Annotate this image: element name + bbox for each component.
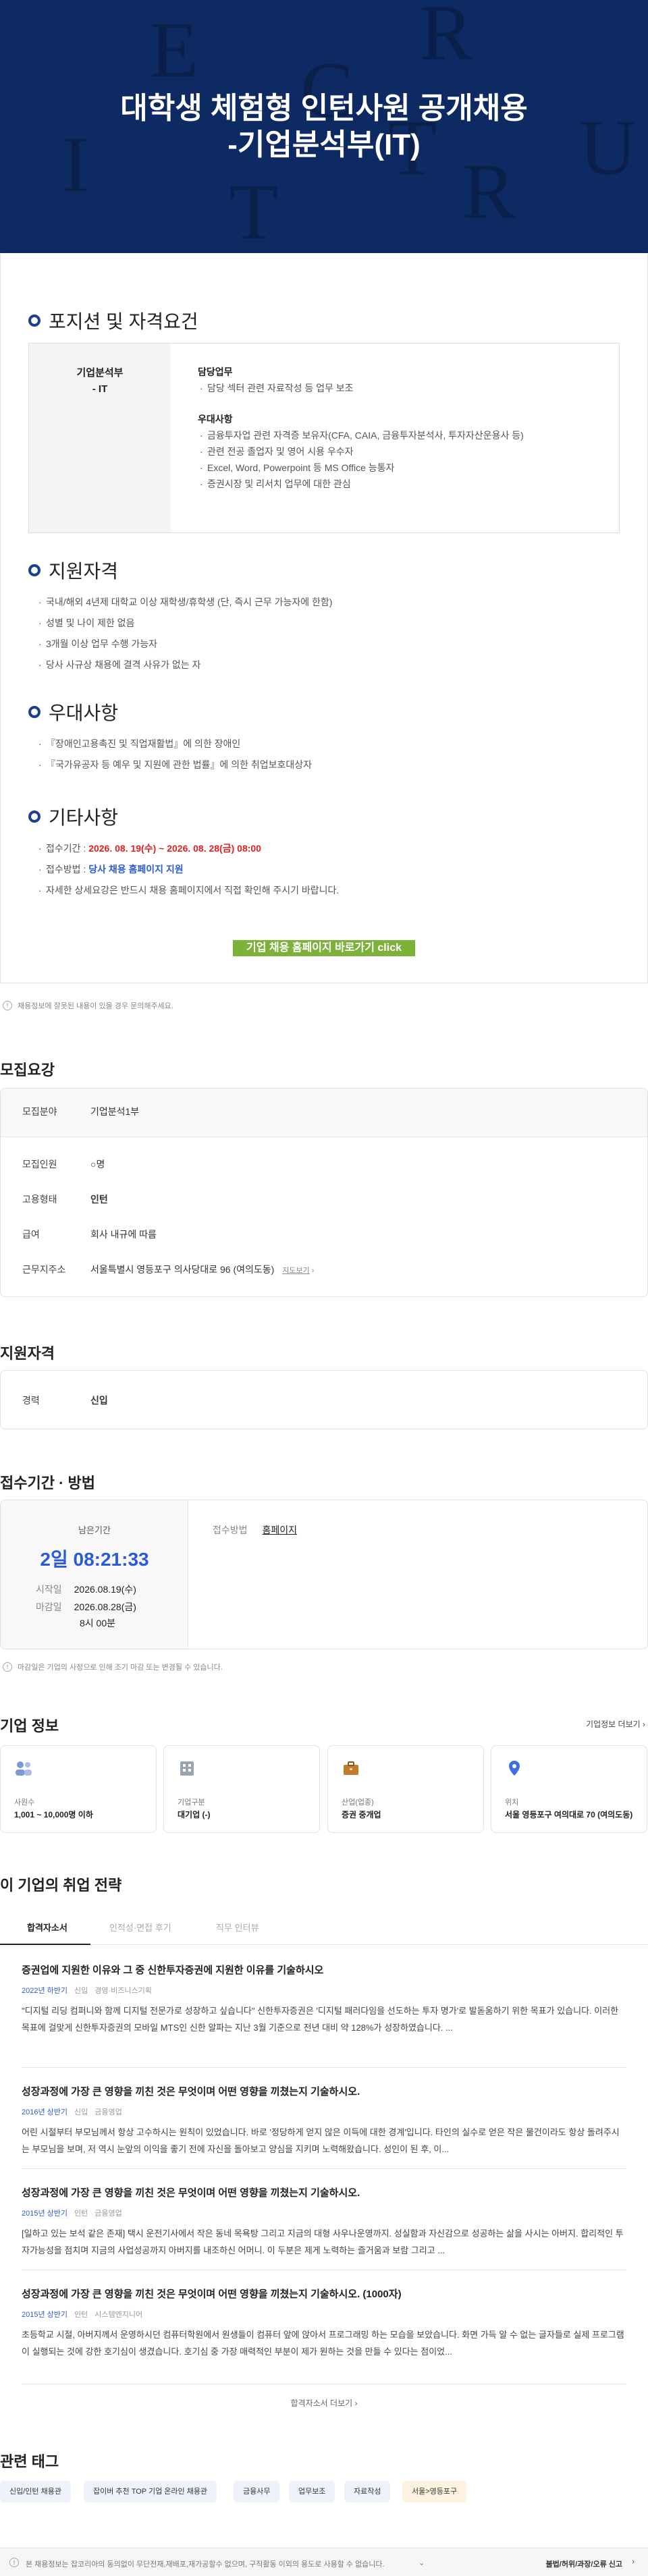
hero-banner: E R C I U R T T 대학생 체험형 인턴사원 공개채용 -기업분석부… — [0, 0, 648, 253]
essay-item[interactable]: 증권업에 지원한 이유와 그 중 신한투자증권에 지원한 이유를 기술하시오 2… — [22, 1963, 626, 2036]
essay-item[interactable]: 성장과정에 가장 큰 영향을 끼친 것은 무엇이며 어떤 영향을 끼쳤는지 기술… — [22, 2185, 626, 2259]
tab-job-interview[interactable]: 직무 인터뷰 — [216, 1921, 259, 1934]
chevron-down-icon[interactable]: ⌄ — [418, 2558, 425, 2567]
company-card-industry: 산업(업종) 증권 중개업 — [327, 1745, 484, 1833]
section-position: 포지션 및 자격요건 — [28, 307, 198, 334]
method-highlight: 당사 채용 홈페이지 지원 — [88, 864, 184, 875]
summary-heading: 모집요강 — [0, 1062, 55, 1078]
period-highlight: 2026. 08. 19(수) ~ 2026. 08. 28(금) 08:00 — [88, 843, 261, 854]
strategy-tabs: 합격자소서 인적성·면접 후기 직무 인터뷰 — [0, 1907, 648, 1945]
report-notice: ! 채용정보에 잘못된 내용이 있을 경우 문의해주세요. — [3, 1000, 173, 1011]
summary-box: 모집분야 기업분석1부 모집인원 ○명 고용형태 인턴 급여 회사 내규에 따름 근무지… — [0, 1088, 648, 1297]
bg-letter: R — [420, 0, 473, 77]
tab-interview-review[interactable]: 인적성·면접 후기 — [109, 1921, 171, 1934]
info-icon: ! — [3, 1001, 12, 1010]
tag-item[interactable]: 자료작성 — [344, 2481, 391, 2502]
tag-item[interactable]: 금융사무 — [234, 2481, 280, 2502]
company-card-employees: 사원수 1,001 ~ 10,000명 이하 — [0, 1745, 157, 1833]
tags-heading: 관련 태그 — [0, 2453, 59, 2470]
briefcase-icon — [344, 1761, 358, 1775]
tag-item[interactable]: 업무보조 — [289, 2481, 335, 2502]
people-icon — [16, 1761, 32, 1776]
period-heading: 접수기간 · 방법 — [0, 1475, 95, 1491]
chevron-right-icon: › — [632, 2558, 634, 2566]
hero-subtitle: -기업분석부(IT) — [227, 128, 421, 161]
company-card-type: 기업구분 대기업 (-) — [163, 1745, 320, 1833]
section-qualification: 지원자격 — [28, 557, 118, 584]
preference-list: 『장애인고용촉진 및 직업재활법』에 의한 장애인 『국가유공자 등 예우 및 … — [36, 734, 312, 775]
bullet-icon — [28, 811, 40, 823]
etc-list: 접수기간 : 2026. 08. 19(수) ~ 2026. 08. 28(금)… — [36, 838, 339, 901]
position-table: 기업분석부- IT 담당업무 담당 섹터 관련 자료작성 등 업무 보조 우대사… — [28, 343, 620, 533]
job-posting-page: E R C I U R T T 대학생 체험형 인턴사원 공개채용 -기업분석부… — [0, 0, 648, 2576]
chevron-right-icon: › — [643, 1720, 645, 1729]
strategy-heading: 이 기업의 취업 전략 — [0, 1877, 122, 1894]
duty-cell: 담당업무 담당 섹터 관련 자료작성 등 업무 보조 우대사항 금융투자업 관련… — [198, 364, 524, 492]
qualification-list: 국내/해외 4년제 대학교 이상 재학생/휴학생 (단, 즉시 근무 가능자에 … — [36, 592, 332, 676]
tag-item[interactable]: 신입/인턴 채용관 — [0, 2481, 71, 2502]
report-link[interactable]: 불법/허위/과장/오류 신고 — [546, 2558, 622, 2569]
period-box: 남은기간 2일 08:21:33 시작일 2026.08.19(수) 마감일 202… — [0, 1500, 648, 1649]
chevron-right-icon: › — [354, 2399, 358, 2408]
company-heading: 기업 정보 — [0, 1718, 59, 1734]
map-pin-icon — [509, 1761, 520, 1776]
homepage-link[interactable]: 홈페이지 — [263, 1525, 298, 1535]
company-more-link[interactable]: 기업정보 더보기 › — [586, 1718, 645, 1730]
company-cards: 사원수 1,001 ~ 10,000명 이하 기업구분 대기업 (-) 산업(업종)… — [0, 1745, 648, 1833]
bullet-icon — [28, 314, 40, 327]
building-icon — [180, 1761, 194, 1776]
hero-title: 대학생 체험형 인턴사원 공개채용 — [120, 92, 528, 125]
bullet-icon — [28, 564, 40, 576]
bullet-icon — [28, 706, 40, 718]
map-link[interactable]: 지도보기 — [282, 1267, 309, 1275]
tag-item[interactable]: 서울>영등포구 — [402, 2481, 467, 2502]
info-icon: ! — [9, 2558, 19, 2567]
career-box: 경력 신입 — [0, 1370, 648, 1429]
countdown: 2일 08:21:33 — [40, 1549, 149, 1570]
copyright-footer: ! 본 채용정보는 잡코리아의 동의없이 무단전재,재배포,재가공할수 없으며,… — [0, 2548, 648, 2576]
company-card-location: 위치 서울 영등포구 여의대로 70 (여의도동) — [491, 1745, 647, 1833]
section-preference: 우대사항 — [28, 698, 118, 725]
tag-item[interactable]: 잡이버 추천 TOP 기업 온라인 채용관 — [84, 2481, 217, 2502]
bg-letter: T — [230, 167, 279, 253]
essay-item[interactable]: 성장과정에 가장 큰 영향을 끼친 것은 무엇이며 어떤 영향을 끼쳤는지 기술… — [22, 2084, 626, 2158]
bg-letter: R — [462, 147, 516, 236]
dept-cell: 기업분석부 - IT — [29, 344, 171, 532]
essay-more-link[interactable]: 합격자소서 더보기 › — [0, 2397, 648, 2409]
company-homepage-button[interactable]: 기업 채용 홈페이지 바로가기 click — [233, 940, 415, 956]
section-etc: 기타사항 — [28, 803, 118, 830]
bg-letter: E — [150, 5, 199, 94]
period-notice: ! 마감일은 기업의 사정으로 인해 조기 마감 또는 변경될 수 있습니다. — [3, 1662, 223, 1672]
career-heading: 지원자격 — [0, 1345, 55, 1362]
info-icon: ! — [3, 1662, 12, 1672]
essay-item[interactable]: 성장과정에 가장 큰 영향을 끼친 것은 무엇이며 어떤 영향을 끼쳤는지 기술… — [22, 2286, 626, 2360]
chevron-right-icon: › — [309, 1267, 315, 1275]
tab-cover-letter[interactable]: 합격자소서 — [27, 1921, 68, 1934]
